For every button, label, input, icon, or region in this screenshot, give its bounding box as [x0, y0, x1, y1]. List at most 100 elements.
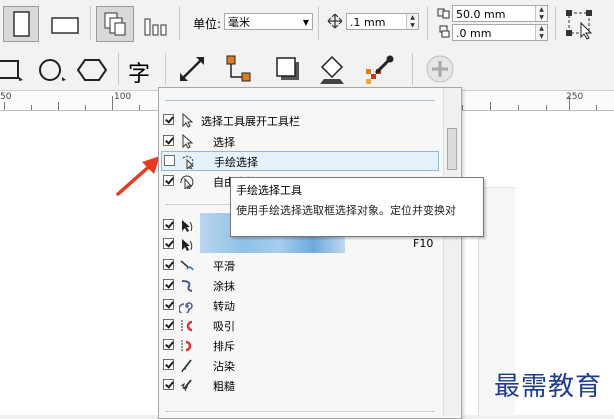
- fill-bucket-icon[interactable]: [316, 53, 350, 85]
- landscape-icon: [51, 17, 79, 34]
- rectangle-tool-icon[interactable]: [0, 57, 24, 83]
- ruler-tick: [58, 102, 59, 110]
- menu-checkbox[interactable]: [163, 359, 174, 370]
- toolbar-separator: [179, 6, 180, 40]
- menu-checkbox[interactable]: [163, 219, 174, 230]
- pointer-icon: [182, 134, 194, 149]
- menu-item-label: 粗糙: [213, 380, 235, 393]
- ruler-tick: [596, 105, 597, 110]
- menu-checkbox[interactable]: [163, 379, 174, 390]
- duplicate-x-value: 50.0 mm: [456, 8, 506, 21]
- menu-item-pick[interactable]: 选择: [159, 132, 439, 151]
- eyedropper-tool-icon[interactable]: [362, 53, 396, 85]
- toolbox-bar: 字: [0, 47, 614, 91]
- all-pages-button[interactable]: [96, 6, 134, 42]
- repel-icon: [181, 340, 192, 352]
- smudge-icon: [181, 359, 192, 373]
- ruler-tick: [139, 105, 140, 110]
- spin-down-icon: ▼: [410, 21, 415, 29]
- drop-shadow-tool-icon[interactable]: [272, 53, 306, 85]
- menu-item-label: 涂抹: [213, 280, 235, 293]
- menu-item-pick-flyout[interactable]: 选择工具展开工具栏: [159, 111, 439, 130]
- toolbar-separator: [555, 6, 556, 40]
- menu-item-label: 排斥: [213, 340, 235, 353]
- dimension-tool-icon[interactable]: [176, 55, 210, 85]
- menu-item-twirl[interactable]: 转动: [159, 296, 439, 315]
- landscape-button[interactable]: [44, 6, 86, 42]
- tooltip-title: 手绘选择工具: [236, 184, 302, 197]
- menu-item-label: 选择工具展开工具栏: [201, 115, 300, 128]
- menu-checkbox[interactable]: [163, 259, 174, 270]
- nudge-spinner[interactable]: ▲ ▼: [406, 14, 418, 29]
- text-tool-icon[interactable]: 字: [128, 56, 150, 88]
- menu-item-label: 选择: [213, 136, 235, 149]
- duplicate-x-icon: [437, 8, 450, 19]
- connector-tool-icon[interactable]: [222, 53, 256, 85]
- menu-divider: [165, 411, 435, 412]
- shortcut-label: F10: [413, 237, 434, 250]
- duplicate-x-spinner[interactable]: ▲ ▼: [535, 6, 547, 21]
- unit-select-value: 毫米: [228, 16, 250, 29]
- menu-item-smudge[interactable]: 沾染: [159, 356, 439, 375]
- menu-item-repel[interactable]: 排斥: [159, 336, 439, 355]
- red-arrow-icon: [116, 156, 160, 196]
- menu-scrollbar-thumb[interactable]: [447, 128, 457, 170]
- nudge-icon: [327, 13, 343, 29]
- menu-checkbox[interactable]: [163, 319, 174, 330]
- treat-as-filled-button[interactable]: [561, 5, 597, 41]
- polygon-tool-icon[interactable]: [77, 57, 111, 83]
- chevron-down-icon: ▼: [302, 18, 309, 27]
- menu-checkbox[interactable]: [163, 339, 174, 350]
- property-bar: 单位: 毫米 ▼ .1 mm ▲ ▼ 50.0 mm ▲ ▼ .0 mm ▲ ▼: [0, 0, 614, 48]
- bounding-box-icon: [566, 10, 593, 40]
- shape-tool-icon: [182, 239, 193, 251]
- smooth-icon: [180, 260, 194, 271]
- duplicate-y-icon: [439, 25, 450, 38]
- menu-item-attract[interactable]: 吸引: [159, 316, 439, 335]
- watermark: 最需教育: [494, 372, 603, 402]
- spin-down-icon: ▼: [539, 13, 544, 21]
- free-transform-icon: [180, 175, 194, 189]
- menu-item-smooth[interactable]: 平滑: [159, 256, 439, 275]
- ruler-label: 50: [0, 92, 12, 102]
- menu-item-label: 手绘选择: [214, 156, 258, 169]
- ruler-tick: [546, 105, 547, 110]
- add-tool-icon[interactable]: [424, 53, 456, 85]
- menu-item-label: 转动: [213, 300, 235, 313]
- nudge-input[interactable]: .1 mm ▲ ▼: [346, 13, 419, 30]
- menu-item-label: 沾染: [213, 360, 235, 373]
- duplicate-y-input[interactable]: .0 mm ▲ ▼: [452, 24, 548, 41]
- customize-toolbar-menu: 选择工具展开工具栏 选择 手绘选择 自由变换 F10 平滑 涂抹: [158, 87, 462, 419]
- page-bars-icon: [144, 18, 167, 36]
- attract-icon: [181, 320, 193, 332]
- menu-checkbox[interactable]: [163, 299, 174, 310]
- ruler-tick: [31, 105, 32, 110]
- unit-select[interactable]: 毫米 ▼: [224, 13, 313, 30]
- menu-item-smear[interactable]: 涂抹: [159, 276, 439, 295]
- current-page-button[interactable]: [138, 6, 174, 42]
- toolbar-separator: [90, 6, 91, 40]
- menu-checkbox[interactable]: [163, 114, 174, 125]
- menu-checkbox[interactable]: [163, 175, 174, 186]
- menu-item-roughen[interactable]: 粗糙: [159, 376, 439, 395]
- ruler-tick: [112, 96, 113, 110]
- shape-tool-icon: [182, 220, 193, 232]
- toolbar-separator: [165, 53, 166, 85]
- duplicate-y-spinner[interactable]: ▲ ▼: [535, 25, 547, 40]
- smear-icon: [181, 280, 193, 292]
- roughen-icon: [180, 379, 192, 392]
- menu-checkbox[interactable]: [163, 279, 174, 290]
- menu-item-freehand-pick[interactable]: 手绘选择: [161, 151, 439, 171]
- menu-checkbox[interactable]: [163, 135, 174, 146]
- ellipse-tool-icon[interactable]: [37, 57, 69, 83]
- freehand-pick-icon: [182, 155, 195, 169]
- menu-checkbox[interactable]: [164, 155, 175, 166]
- portrait-button[interactable]: [3, 6, 39, 42]
- toolbar-separator: [318, 6, 319, 40]
- menu-scrollbar[interactable]: [443, 88, 460, 416]
- ruler-tick: [490, 102, 491, 110]
- duplicate-x-input[interactable]: 50.0 mm ▲ ▼: [452, 5, 548, 22]
- menu-checkbox[interactable]: [163, 238, 174, 249]
- portrait-icon: [13, 11, 30, 37]
- tooltip-body: 使用手绘选择选取框选择对象。定位并变换对: [236, 204, 456, 217]
